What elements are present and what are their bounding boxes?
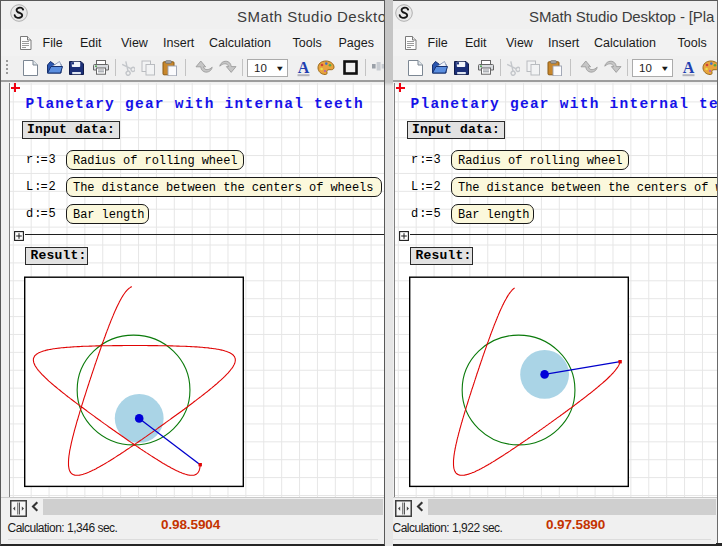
svg-text:A: A — [297, 60, 309, 76]
svg-text:A: A — [682, 60, 694, 76]
